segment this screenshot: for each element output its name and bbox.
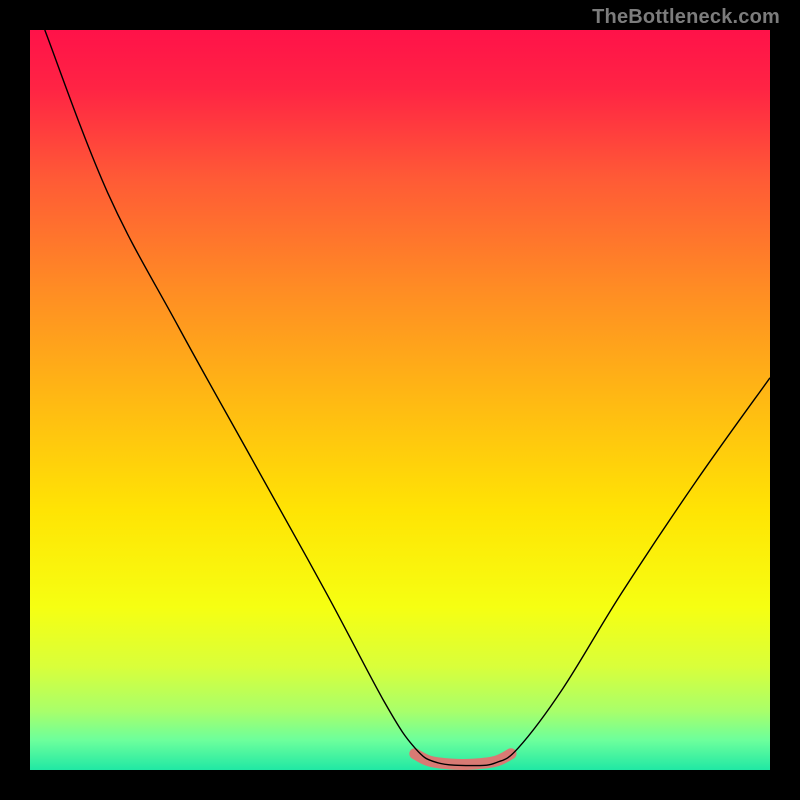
- plot-area: [30, 30, 770, 770]
- watermark-text: TheBottleneck.com: [592, 6, 780, 29]
- curve-layer: [30, 30, 770, 770]
- chart-frame: TheBottleneck.com: [0, 0, 800, 800]
- bottleneck-curve-line: [45, 30, 770, 766]
